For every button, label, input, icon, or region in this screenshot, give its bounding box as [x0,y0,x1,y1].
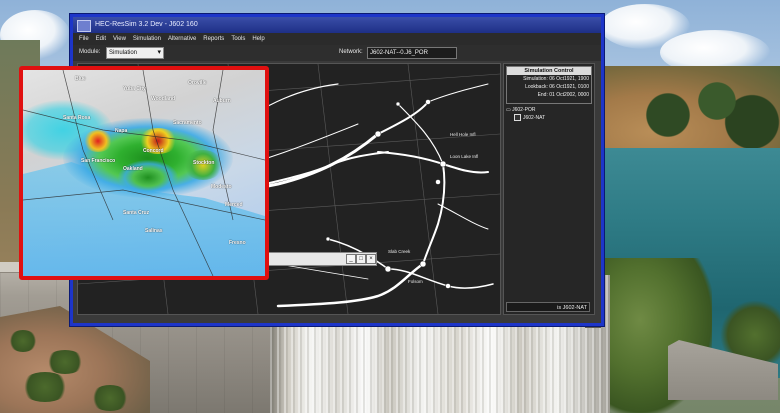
module-label: Module: [79,49,101,55]
alternative-tree: ▭ J602-POR J602-NAT [506,106,545,122]
composite-scene: HEC-ResSim 3.2 Dev - J602 160 File Edit … [0,0,780,413]
radar-city-label: Oakland [123,166,143,172]
radar-city-label: Napa [115,128,128,134]
window-title: HEC-ResSim 3.2 Dev - J602 160 [95,21,198,28]
radar-city-label: Woodland [151,96,176,102]
module-select[interactable]: Simulation [106,47,164,59]
network-label: Network: [339,49,363,55]
radar-city-label: Merced [225,202,243,208]
radar-city-label: Sacramento [173,120,202,126]
menu-bar: File Edit View Simulation Alternative Re… [73,33,601,45]
window-title-bar[interactable]: HEC-ResSim 3.2 Dev - J602 160 [73,17,601,33]
tree-child[interactable]: J602-NAT [506,114,545,122]
network-field[interactable]: J602-NAT--0.J6_POR [367,47,457,59]
radar-city-label: Santa Rosa [63,115,91,121]
tree-child-label: J602-NAT [523,115,546,121]
simulation-control-box: Simulation Control Simulation: 06 Oct192… [506,66,592,104]
app-icon [77,20,91,32]
hillside-trees [640,80,780,150]
lookback-time: Lookback: 06 Oct1921, 0100 [525,84,589,90]
end-time: End: 01 Oct2002, 0000 [537,92,589,98]
radar-city-label: Auburn [213,98,231,104]
shrub [45,350,85,374]
simulation-time: Simulation: 06 Oct1921, 1900 [523,76,589,82]
network-label-text: Loon Lake Infl [450,154,479,159]
radar-city-label: Oroville [188,80,207,86]
network-label-text: Hell Hole Infl [450,132,476,137]
menu-file[interactable]: File [79,33,89,45]
radar-city-label: San Francisco [81,158,116,164]
radar-city-label: Stockton [193,160,215,166]
checkbox-icon[interactable] [514,114,521,122]
menu-tools[interactable]: Tools [231,33,245,45]
menu-help[interactable]: Help [252,33,264,45]
radar-city-label: Santa Cruz [123,210,150,216]
menu-reports[interactable]: Reports [203,33,224,45]
radar-city-label: Salinas [145,228,163,234]
module-toolbar: Module: Simulation Network: J602-NAT--0.… [73,45,601,61]
minimized-window[interactable]: _ □ × [265,252,377,266]
menu-edit[interactable]: Edit [96,33,106,45]
menu-simulation[interactable]: Simulation [133,33,161,45]
shrub [90,385,130,411]
radar-city-label: Modesto [211,184,232,190]
shrub [20,372,70,402]
menu-alternative[interactable]: Alternative [168,33,196,45]
network-label-text: Slab Creek [388,249,411,254]
shrub [8,330,38,352]
tree-root[interactable]: ▭ J602-POR [506,106,545,114]
network-label-text: Folsom [408,279,423,284]
close-icon[interactable]: × [366,254,376,264]
minimize-icon[interactable]: _ [346,254,356,264]
radar-city-label: Blue [75,76,86,82]
simulation-control-header: Simulation Control [507,67,591,75]
simulation-side-panel: Simulation Control Simulation: 06 Oct192… [503,63,595,315]
radar-city-label: Fresno [229,240,246,246]
side-footer: is J602-NAT [506,302,590,312]
radar-map-inset: Blue Oroville Woodland Auburn Yuba City … [19,66,269,280]
radar-city-label: Concord [143,148,164,154]
radar-city-label: Yuba City [123,86,146,92]
maximize-icon[interactable]: □ [356,254,366,264]
menu-view[interactable]: View [113,33,126,45]
tree-root-label: J602-POR [512,107,536,113]
